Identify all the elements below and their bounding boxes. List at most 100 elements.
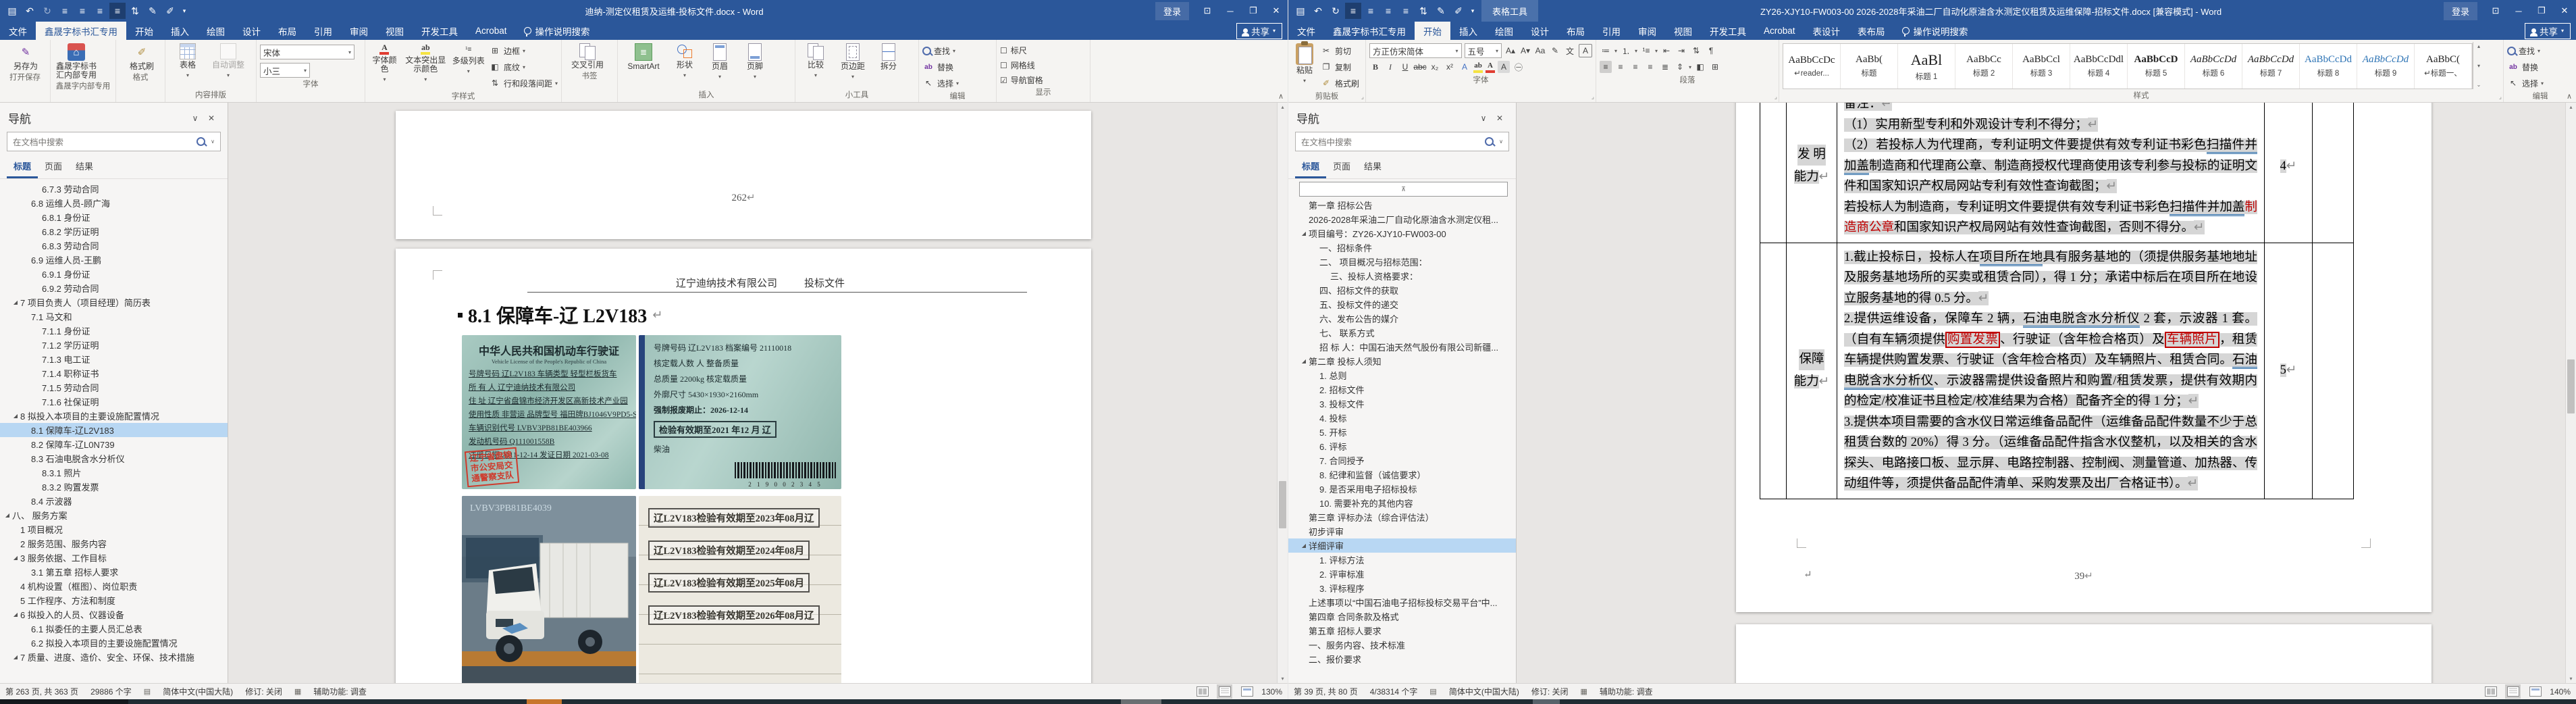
scroll-up-icon[interactable]: ▴ xyxy=(1278,104,1288,110)
print-layout-button[interactable] xyxy=(1217,684,1233,699)
nav-heading-item[interactable]: 1. 总则 xyxy=(1288,368,1516,382)
collapse-ribbon-icon[interactable]: ∧ xyxy=(2567,92,2572,101)
style-gallery-item[interactable]: AaBbCcDd 标题 7 xyxy=(2242,44,2300,89)
scrollbar-thumb[interactable] xyxy=(1279,481,1286,528)
align-left-icon[interactable]: ≡ xyxy=(1600,61,1612,73)
document-canvas[interactable]: 262↵ 辽宁迪纳技术有限公司 投标文件 8.1 保障车-辽 L2V183 ↵ 中华… xyxy=(228,103,1277,683)
save-icon[interactable]: ▤ xyxy=(1292,3,1309,19)
nav-heading-item[interactable]: 6.8.1 身份证 xyxy=(0,210,228,224)
zoom-level[interactable]: 140% xyxy=(2550,687,2571,697)
ribbon-tab[interactable]: 引用 xyxy=(1594,22,1629,40)
nav-tab-pages[interactable]: 页面 xyxy=(1326,157,1357,178)
nav-heading-item[interactable]: 8.3.1 照片 xyxy=(0,466,228,480)
style-gallery-item[interactable]: AaBbCcDd 标题 9 xyxy=(2357,44,2415,89)
highlighter-icon[interactable]: ✐ xyxy=(1450,3,1467,19)
nav-heading-item[interactable]: 3.1 第五章 招标人要求 xyxy=(0,565,228,579)
select-button[interactable]: ↖ 选择 ▾ xyxy=(922,76,993,90)
bullets-icon[interactable]: ≔ xyxy=(1600,45,1612,57)
multilevel-list-button[interactable]: ¹≡ 多级列表 ▾ xyxy=(451,42,486,76)
nav-heading-item[interactable]: ◢ 7.1 马文和 xyxy=(0,309,228,324)
select-button[interactable]: ↖ 选择 ▾ xyxy=(2507,76,2573,90)
nav-tab-headings[interactable]: 标题 xyxy=(1295,157,1327,178)
nav-heading-item[interactable]: 7.1.1 身份证 xyxy=(0,324,228,338)
nav-heading-item[interactable]: 2. 招标文件 xyxy=(1288,382,1516,397)
nav-heading-item[interactable]: 9. 是否采用电子招标投标 xyxy=(1288,482,1516,496)
title-bar[interactable]: ▤ ↶ ↻ ≡ ≡ ≡ ≡ ⇅ ✎ ✐ ▾ 迪纳-测定仪租赁及运维-投标文件.d… xyxy=(0,0,1288,22)
style-gallery-item[interactable]: AaBbCcDd 标题 6 xyxy=(2185,44,2242,89)
gridlines-checkbox[interactable]: ☐ 网格线 xyxy=(1000,59,1086,71)
nav-tab-results[interactable]: 结果 xyxy=(1357,157,1388,178)
restore-icon[interactable]: ❐ xyxy=(1242,0,1265,22)
nav-heading-item[interactable]: 第四章 合同条款及格式 xyxy=(1288,609,1516,624)
ribbon-tab[interactable]: 鑫晟字标书汇专用 xyxy=(36,22,126,40)
undo-icon[interactable]: ↶ xyxy=(22,3,38,19)
scroll-down-icon[interactable]: ▾ xyxy=(2566,676,2576,682)
nav-tab-pages[interactable]: 页面 xyxy=(38,157,69,178)
expand-collapse-icon[interactable]: ◢ xyxy=(11,654,20,660)
ribbon-tab[interactable]: 开始 xyxy=(1415,22,1450,40)
paste-button[interactable]: 粘贴 ▾ xyxy=(1292,41,1317,85)
nav-heading-item[interactable]: 五、投标文件的递交 xyxy=(1288,297,1516,311)
track-changes-indicator[interactable]: 修订: 关闭 xyxy=(1531,686,1569,697)
multilevel-list-icon[interactable]: ¹≡ xyxy=(1640,45,1652,57)
numbering-icon[interactable]: ⒈ xyxy=(1620,45,1632,57)
vertical-scrollbar[interactable]: ▴ ▾ xyxy=(1277,103,1288,683)
proofing-icon[interactable]: ▤ xyxy=(144,687,151,696)
ribbon-display-options-icon[interactable]: ⊡ xyxy=(2484,0,2507,22)
line-spacing-icon[interactable]: ⇅ xyxy=(127,3,143,19)
line-spacing-icon[interactable]: ⇅ xyxy=(1415,3,1431,19)
font-color-button[interactable]: A 字体颜 色 ▾ xyxy=(369,42,400,84)
character-border-icon[interactable]: A xyxy=(1579,44,1592,57)
ribbon-tab[interactable]: 绘图 xyxy=(1486,22,1522,40)
language-indicator[interactable]: 简体中文(中国大陆) xyxy=(1449,686,1519,697)
nav-heading-item[interactable]: 一、招标条件 xyxy=(1288,241,1516,255)
nav-heading-item[interactable]: 第三章 评标办法（综合评估法） xyxy=(1288,510,1516,524)
nav-heading-item[interactable]: ⊼ xyxy=(1299,182,1508,197)
scroll-down-icon[interactable]: ▾ xyxy=(1278,676,1288,682)
language-indicator[interactable]: 简体中文(中国大陆) xyxy=(163,686,233,697)
gallery-more-icon[interactable]: ⌄ xyxy=(2477,82,2481,88)
style-gallery-item[interactable]: AaBl 标题 1 xyxy=(1898,44,1955,89)
ribbon-tab[interactable]: 文件 xyxy=(0,22,36,40)
format-painter-button[interactable]: ✐ 格式刷 xyxy=(120,42,164,71)
align-left-icon[interactable]: ≡ xyxy=(57,3,73,19)
expand-collapse-icon[interactable]: ◢ xyxy=(11,413,20,419)
sort-icon[interactable]: ⇅ xyxy=(1690,45,1702,57)
shading-icon[interactable]: ◧ xyxy=(1694,61,1706,73)
font-size-combo[interactable]: 五号 ▾ xyxy=(1464,43,1502,58)
nav-heading-item[interactable]: 2 服务范围、服务内容 xyxy=(0,536,228,551)
nav-heading-item[interactable]: ◢ 8 拟投入本项目的主要设施配置情况 xyxy=(0,409,228,423)
margins-button[interactable]: 页边距 ▾ xyxy=(835,42,870,81)
dialog-launcher-icon[interactable]: ⌟ xyxy=(1592,93,1594,101)
word-count[interactable]: 4/38314 个字 xyxy=(1370,686,1418,697)
share-button[interactable]: 共享 ▾ xyxy=(2524,22,2571,39)
document-page-40[interactable] xyxy=(1736,624,2432,683)
ruler-checkbox[interactable]: ☐ 标尺 xyxy=(1000,45,1086,56)
qat-customize-icon[interactable]: ▾ xyxy=(1468,3,1477,19)
nav-heading-item[interactable]: 1 项目概况 xyxy=(0,522,228,536)
nav-heading-item[interactable]: 2. 评审标准 xyxy=(1288,567,1516,581)
ribbon-tab[interactable]: Acrobat xyxy=(1755,22,1804,40)
nav-heading-item[interactable]: 8.2 保障车-辽L0N739 xyxy=(0,437,228,451)
nav-heading-item[interactable]: ◢ 八、 服务方案 xyxy=(0,508,228,522)
ribbon-tab[interactable]: 设计 xyxy=(234,22,269,40)
score-cell[interactable]: 4↵ xyxy=(2265,103,2313,243)
ribbon-tab[interactable]: 视图 xyxy=(377,22,413,40)
pane-close-icon[interactable]: ✕ xyxy=(203,114,219,123)
align-right-icon[interactable]: ≡ xyxy=(1380,3,1396,19)
redo-icon[interactable]: ↻ xyxy=(1328,3,1344,19)
save-icon[interactable]: ▤ xyxy=(4,3,20,19)
increase-indent-icon[interactable]: ⇥ xyxy=(1675,45,1687,57)
document-canvas[interactable]: 发 明 能力↵ 备注：↵ （1）实用新型专利和外观设计专利不得分；↵ （2）若投… xyxy=(1517,103,2565,683)
borders-button[interactable]: ⊞ 边框 ▾ xyxy=(489,44,558,57)
strikethrough-icon[interactable]: abc xyxy=(1413,61,1426,73)
font-name-combo[interactable]: 宋体 ▾ xyxy=(260,45,354,59)
ribbon-tab[interactable]: 布局 xyxy=(269,22,305,40)
nav-heading-item[interactable]: 招 标 人：中国石油天然气股份有限公司新疆... xyxy=(1288,340,1516,354)
nav-heading-item[interactable]: ▷ 8.4 示波器 xyxy=(0,494,228,508)
nav-heading-item[interactable]: 六、发布公告的媒介 xyxy=(1288,311,1516,326)
nav-heading-item[interactable]: 6.8.2 学历证明 xyxy=(0,224,228,238)
nav-heading-item[interactable]: 3. 投标文件 xyxy=(1288,397,1516,411)
style-gallery-item[interactable]: AaBbCcD 标题 5 xyxy=(2128,44,2185,89)
nav-heading-item[interactable]: ◢ 6.8 运维人员-顾广海 xyxy=(0,196,228,210)
